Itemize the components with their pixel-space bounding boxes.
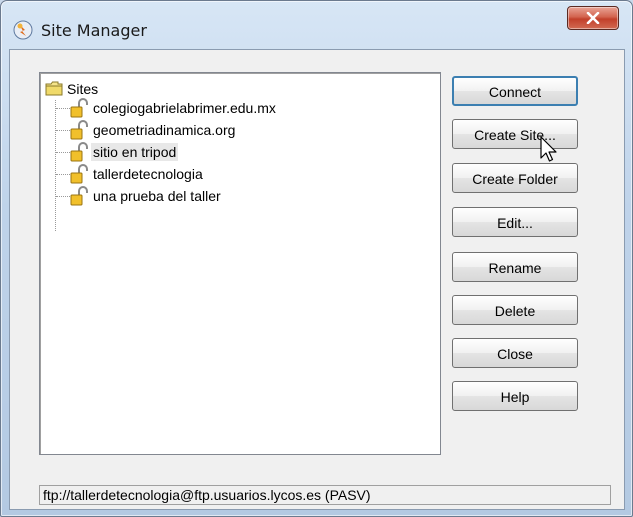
site-manager-window: Site Manager Sites colegiogabrielabrimer… — [0, 0, 633, 517]
tree-item-site-selected[interactable]: sitio en tripod — [56, 141, 416, 163]
lock-icon — [70, 186, 88, 206]
create-site-button[interactable]: Create Site... — [452, 119, 578, 149]
mouse-cursor-icon — [539, 136, 559, 164]
tree-item-label: una prueba del taller — [93, 188, 221, 204]
connect-button[interactable]: Connect — [452, 76, 578, 106]
tree-item-site[interactable]: colegiogabrielabrimer.edu.mx — [56, 97, 416, 119]
help-button[interactable]: Help — [452, 381, 578, 411]
site-manager-app-icon — [13, 20, 33, 40]
tree-item-label: tallerdetecnologia — [93, 166, 203, 182]
lock-icon — [70, 98, 88, 118]
folder-icon — [45, 81, 63, 96]
tree-root-label: Sites — [67, 81, 99, 97]
dialog-body: Sites colegiogabrielabrimer.edu.mx geome… — [9, 49, 625, 510]
status-bar: ftp://tallerdetecnologia@ftp.usuarios.ly… — [39, 485, 611, 505]
rename-button[interactable]: Rename — [452, 252, 578, 282]
close-window-button[interactable] — [567, 6, 619, 30]
tree-branch-line — [56, 152, 70, 153]
tree-branch-line — [56, 196, 70, 197]
edit-button[interactable]: Edit... — [452, 207, 578, 237]
close-button[interactable]: Close — [452, 338, 578, 368]
lock-icon — [70, 120, 88, 140]
window-title: Site Manager — [41, 21, 147, 40]
delete-button[interactable]: Delete — [452, 295, 578, 325]
tree-item-label: colegiogabrielabrimer.edu.mx — [93, 100, 276, 116]
title-bar[interactable]: Site Manager — [1, 1, 632, 49]
tree-item-label: geometriadinamica.org — [93, 122, 236, 138]
tree-item-site[interactable]: tallerdetecnologia — [56, 163, 416, 185]
tree-branch-line — [56, 174, 70, 175]
lock-icon — [70, 164, 88, 184]
lock-icon — [70, 142, 88, 162]
tree-item-site[interactable]: geometriadinamica.org — [56, 119, 416, 141]
tree-branch-line — [56, 130, 70, 131]
create-folder-button[interactable]: Create Folder — [452, 163, 578, 193]
tree-branch-line — [56, 108, 70, 109]
close-icon — [586, 12, 600, 24]
tree-item-site[interactable]: una prueba del taller — [56, 185, 416, 207]
site-tree[interactable]: Sites colegiogabrielabrimer.edu.mx geome… — [39, 72, 441, 455]
tree-item-label: sitio en tripod — [91, 143, 179, 161]
